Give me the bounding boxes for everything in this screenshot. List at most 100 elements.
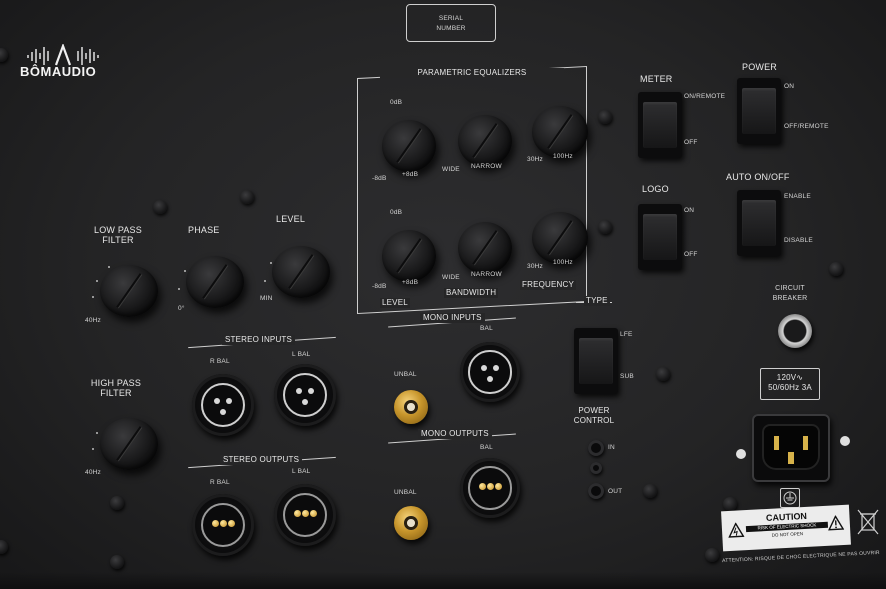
low-pass-filter-knob[interactable] [100,265,158,317]
auto-disable-label: DISABLE [784,237,813,244]
mono-out-xlr[interactable] [460,458,520,518]
logo-label: LOGO [642,184,669,194]
power-control-out-label: OUT [608,488,623,495]
eq-max-db-label: +8dB [402,279,419,286]
knob-tick [92,296,94,298]
screw [153,200,167,214]
knob-tick [264,280,266,282]
eq-frequency-knob[interactable] [532,212,588,264]
screw [723,497,737,511]
meter-off-label: OFF [684,139,698,146]
eq-bandwidth-knob[interactable] [458,115,512,167]
phase-knob[interactable] [186,256,244,308]
mono-inputs-label: MONO INPUTS [420,313,485,323]
logo-off-label: OFF [684,251,698,258]
eq-footer-bandwidth: BANDWIDTH [444,288,499,298]
screw [643,484,657,498]
panel-bottom-edge [0,572,886,589]
ac-power-inlet[interactable] [752,414,830,482]
eq-max-db-label: +8dB [402,171,419,178]
logo-switch[interactable] [638,204,682,270]
eq-title: PARAMETRIC EQUALIZERS [380,68,564,78]
type-sub-label: SUB [620,373,634,380]
mono-out-rca-jack[interactable] [394,506,428,540]
power-switch[interactable] [737,78,781,144]
eq-frequency-knob[interactable] [532,106,588,158]
power-on-label: ON [784,83,795,90]
eq-wide-label: WIDE [442,166,460,173]
circuit-breaker-button[interactable] [778,314,812,348]
stereo-out-right-xlr[interactable] [192,494,254,556]
mono-in-bal-label: BAL [480,325,493,332]
weee-bin-icon [856,508,880,536]
stereo-out-l-bal-label: L BAL [292,468,311,475]
mono-out-unbal-label: UNBAL [394,489,417,496]
eq-wide-label: WIDE [442,274,460,281]
knob-tick [96,432,98,434]
logo-text: BÔMAUDIO [20,64,97,79]
screw [705,548,719,562]
caution-line2: DO NOT OPEN [771,531,804,538]
circuit-breaker-label: CIRCUIT BREAKER [772,285,808,302]
screw [598,220,612,234]
eq-footer-level: LEVEL [380,298,410,308]
stereo-inputs-label: STEREO INPUTS [222,335,296,345]
power-off-remote-label: OFF/REMOTE [784,123,829,130]
stereo-in-right-xlr[interactable] [192,374,254,436]
exclamation-warning-icon [828,514,845,531]
screw [0,540,8,554]
type-lfe-label: LFE [620,331,633,338]
eq-100hz-label: 100Hz [553,259,573,266]
stereo-outputs-label: STEREO OUTPUTS [220,455,303,465]
serial-number-label: SERIAL NUMBER [436,15,466,32]
voltage-rating-label: 120V∿ 50/60Hz 3A [768,373,812,392]
meter-on-label: ON/REMOTE [684,93,726,100]
ground-icon [780,488,800,508]
meter-switch[interactable] [638,92,682,158]
eq-level-knob[interactable] [382,120,436,172]
knob-tick [270,262,272,264]
soundwave-icon [27,44,99,66]
screw [656,367,670,381]
screw [240,190,254,204]
power-control-mid-jack [590,462,602,474]
mono-in-xlr[interactable] [460,342,520,402]
eq-level-knob[interactable] [382,230,436,282]
power-control-label: POWER CONTROL [573,406,615,425]
mono-outputs-label: MONO OUTPUTS [418,429,492,439]
stereo-out-left-xlr[interactable] [274,484,336,546]
eq-0db-label: 0dB [390,99,403,106]
knob-tick [108,266,110,268]
auto-on-off-switch[interactable] [737,190,781,256]
eq-narrow-label: NARROW [471,163,502,170]
phase-label: PHASE [188,225,220,235]
caution-label: CAUTION RISK OF ELECTRIC SHOCK DO NOT OP… [721,504,851,552]
attention-text: ATTENTION: RISQUE DE CHOC ELECTRIQUE NE … [721,549,880,565]
high-pass-filter-knob[interactable] [100,418,158,470]
low-pass-filter-label: LOW PASS FILTER [94,225,142,245]
eq-bandwidth-knob[interactable] [458,222,512,274]
stereo-in-left-xlr[interactable] [274,364,336,426]
stereo-in-r-bal-label: R BAL [210,358,230,365]
high-pass-filter-label: HIGH PASS FILTER [90,378,142,398]
screw [110,496,124,510]
stereo-in-l-bal-label: L BAL [292,351,311,358]
hpf-40hz-label: 40Hz [85,469,101,476]
power-control-in-jack[interactable] [588,440,604,456]
power-control-in-label: IN [608,444,615,451]
eq-narrow-label: NARROW [471,271,502,278]
type-switch[interactable] [574,328,618,394]
level-knob[interactable] [272,246,330,298]
mono-in-rca-jack[interactable] [394,390,428,424]
power-control-out-jack[interactable] [588,483,604,499]
subwoofer-rear-panel: SERIAL NUMBER BÔMAUDIO PARAMETRIC EQUALI… [0,0,886,589]
inlet-mount-hole [736,449,746,459]
type-label: TYPE [584,296,610,306]
mono-out-bal-label: BAL [480,444,493,451]
stereo-out-r-bal-label: R BAL [210,479,230,486]
screw [598,110,612,124]
meter-label: METER [640,74,673,84]
eq-100hz-label: 100Hz [553,153,573,160]
knob-tick [178,288,180,290]
phase-0-label: 0° [178,305,185,312]
